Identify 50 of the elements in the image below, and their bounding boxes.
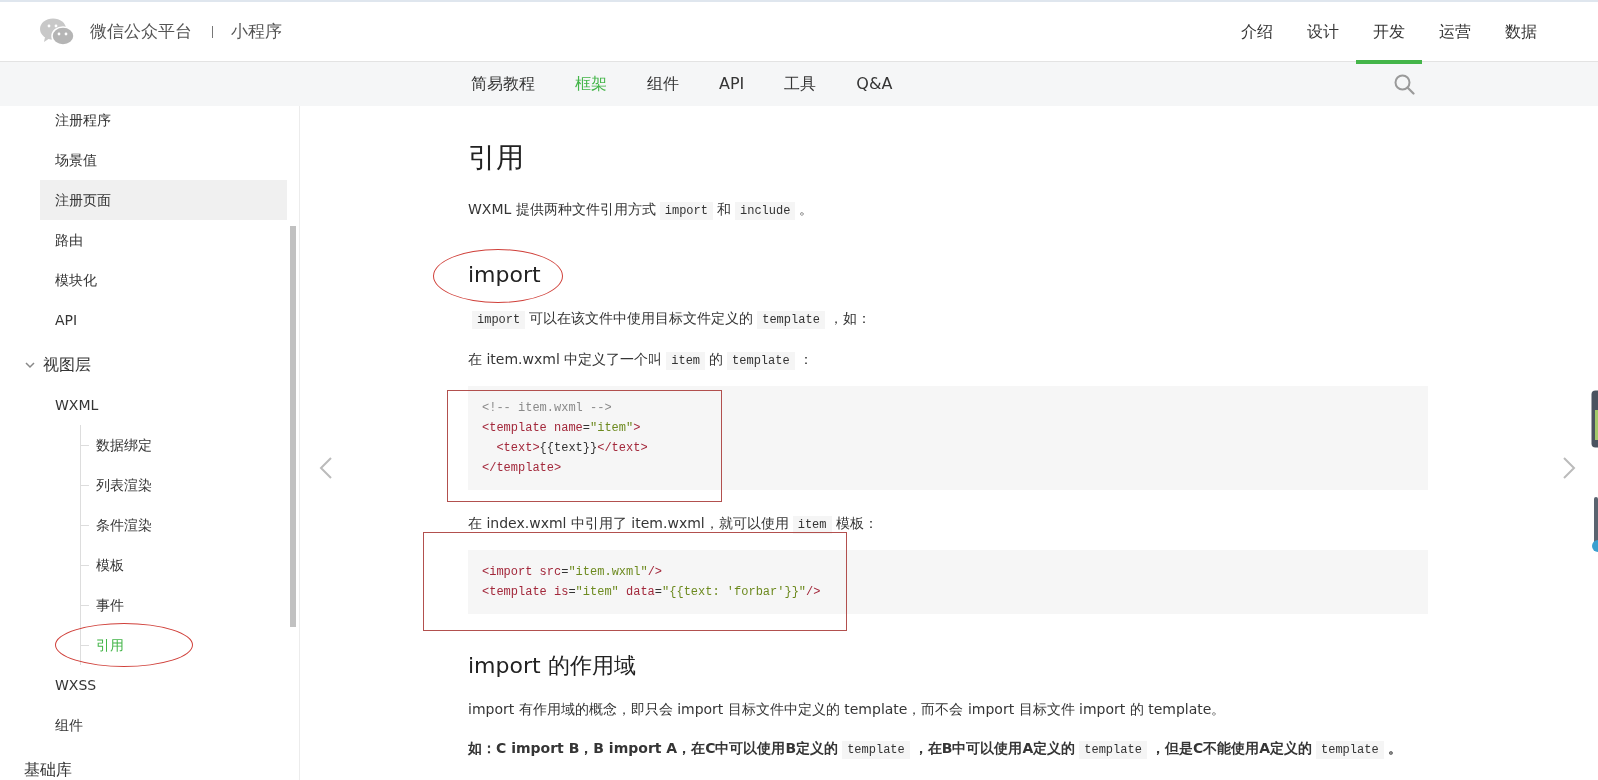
section-label: 基础库	[24, 759, 72, 780]
scrollbar[interactable]	[290, 226, 296, 627]
sidebar-item[interactable]: 组件	[40, 705, 287, 745]
paragraph: WXML 提供两种文件引用方式 import 和 include 。	[468, 200, 815, 222]
subnav-tab[interactable]: 组件	[647, 72, 679, 96]
code-line: <template name="item">	[482, 420, 642, 437]
sidebar-item[interactable]: 路由	[40, 220, 287, 260]
sidebar-section[interactable]: 视图层	[0, 345, 299, 385]
nav-tab[interactable]: 介绍	[1224, 3, 1290, 64]
sidebar-item[interactable]: 场景值	[40, 140, 287, 180]
sidebar-item[interactable]: 数据绑定	[81, 425, 299, 465]
section-heading: import	[468, 261, 542, 289]
paragraph: 在 index.wxml 中引用了 item.wxml，就可以使用 item 模板：	[468, 514, 879, 536]
meter-widget-icon[interactable]	[1591, 390, 1598, 448]
sidebar-item[interactable]: WXSS	[40, 665, 287, 705]
page-title: 引用	[468, 140, 525, 176]
section-heading: import 的作用域	[468, 652, 637, 680]
chevron-icon	[24, 361, 36, 369]
paragraph: import 有作用域的概念，即只会 import 目标文件中定义的 template，而不会 import 目标文件 import 的 template。	[468, 700, 1227, 719]
sidebar-item[interactable]: 注册页面	[40, 180, 287, 220]
code-line: <import src="item.wxml"/>	[482, 564, 664, 581]
sidebar-item[interactable]: 事件	[81, 585, 299, 625]
nav-tab[interactable]: 设计	[1290, 3, 1356, 64]
code-line: </template>	[482, 460, 563, 477]
paragraph: 如：C import B，B import A，在C中可以使用B定义的 template ，在B中可以使用A定义的 template ，但是C不能使用A定义的 template 。	[468, 739, 1403, 761]
logo-icon	[40, 17, 74, 46]
brand-name[interactable]: 微信公众平台	[90, 18, 192, 45]
sidebar-item[interactable]: 模板	[81, 545, 299, 585]
nav-tab[interactable]: 数据	[1488, 3, 1554, 64]
subnav-tab[interactable]: 简易教程	[471, 72, 535, 96]
paragraph: 在 item.wxml 中定义了一个叫 item 的 template ：	[468, 350, 814, 372]
paragraph: import 可以在该文件中使用目标文件定义的 template ，如：	[468, 306, 1428, 332]
sidebar-item[interactable]: 列表渲染	[81, 465, 299, 505]
sidebar-item[interactable]: API	[40, 300, 287, 340]
code-line: <text>{{text}}</text>	[495, 440, 649, 457]
subnav-tab[interactable]: API	[719, 72, 745, 96]
sidebar-section[interactable]: 基础库	[0, 750, 299, 780]
sidebar-item[interactable]: 模块化	[40, 260, 287, 300]
sidebar-item[interactable]: 条件渲染	[81, 505, 299, 545]
search-icon[interactable]	[1394, 73, 1415, 95]
product-name[interactable]: 小程序	[231, 18, 282, 45]
code-line: <template is="item" data="{{text: 'forbar'}}"/>	[482, 584, 822, 601]
section-label: 视图层	[43, 354, 91, 376]
subnav-tab[interactable]: 工具	[784, 72, 817, 96]
thermometer-icon[interactable]	[1591, 497, 1598, 554]
code-line: <!-- item.wxml -->	[482, 400, 613, 417]
subnav-tab[interactable]: Q&A	[856, 72, 893, 96]
nav-tab[interactable]: 运营	[1422, 3, 1488, 64]
sidebar-item[interactable]: 注册程序	[40, 106, 287, 140]
sidebar-item[interactable]: WXML	[40, 385, 287, 425]
